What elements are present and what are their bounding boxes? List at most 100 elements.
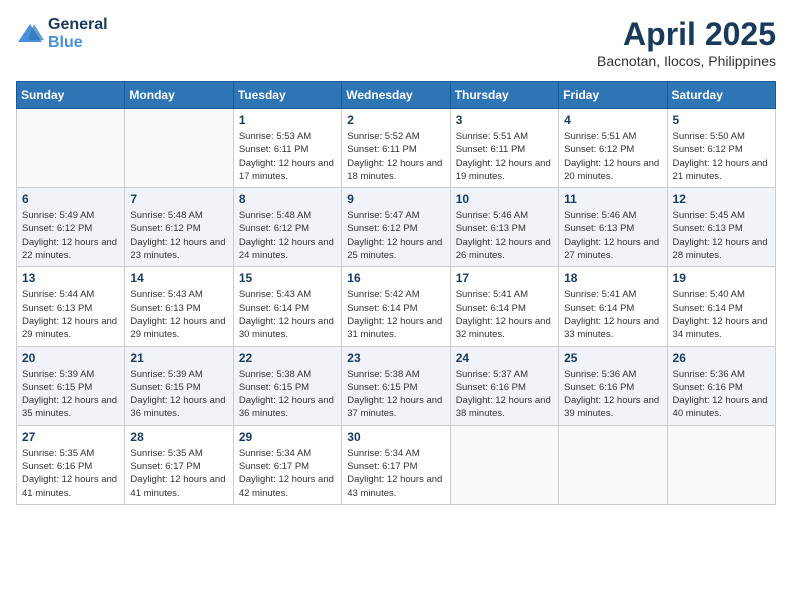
day-info: Sunrise: 5:51 AM Sunset: 6:12 PM Dayligh… [564,130,661,183]
day-info: Sunrise: 5:52 AM Sunset: 6:11 PM Dayligh… [347,130,444,183]
day-info: Sunrise: 5:53 AM Sunset: 6:11 PM Dayligh… [239,130,336,183]
day-number: 7 [130,192,227,206]
logo-icon [16,22,44,46]
day-number: 16 [347,271,444,285]
calendar-cell: 12 Sunrise: 5:45 AM Sunset: 6:13 PM Dayli… [667,188,775,267]
day-info: Sunrise: 5:34 AM Sunset: 6:17 PM Dayligh… [239,447,336,500]
day-info: Sunrise: 5:42 AM Sunset: 6:14 PM Dayligh… [347,288,444,341]
calendar-cell: 6 Sunrise: 5:49 AM Sunset: 6:12 PM Daylig… [17,188,125,267]
calendar-cell: 26Sunrise: 5:36 AM Sunset: 6:16 PM Dayli… [667,346,775,425]
calendar-cell: 13Sunrise: 5:44 AM Sunset: 6:13 PM Dayli… [17,267,125,346]
day-info: Sunrise: 5:36 AM Sunset: 6:16 PM Dayligh… [673,368,770,421]
calendar-cell: 18 Sunrise: 5:41 AM Sunset: 6:14 PM Dayli… [559,267,667,346]
calendar-week-row: 6 Sunrise: 5:49 AM Sunset: 6:12 PM Daylig… [17,188,776,267]
day-number: 24 [456,351,553,365]
calendar-cell: 24 Sunrise: 5:37 AM Sunset: 6:16 PM Dayli… [450,346,558,425]
day-number: 4 [564,113,661,127]
calendar-cell [17,109,125,188]
weekday-header: Thursday [450,82,558,109]
day-info: Sunrise: 5:51 AM Sunset: 6:11 PM Dayligh… [456,130,553,183]
day-number: 23 [347,351,444,365]
weekday-header: Friday [559,82,667,109]
day-number: 22 [239,351,336,365]
day-info: Sunrise: 5:38 AM Sunset: 6:15 PM Dayligh… [239,368,336,421]
calendar-cell: 14 Sunrise: 5:43 AM Sunset: 6:13 PM Dayli… [125,267,233,346]
day-info: Sunrise: 5:40 AM Sunset: 6:14 PM Dayligh… [673,288,770,341]
title-block: April 2025 Bacnotan, Ilocos, Philippines [597,16,776,69]
calendar-cell: 21Sunrise: 5:39 AM Sunset: 6:15 PM Dayli… [125,346,233,425]
calendar-cell: 4 Sunrise: 5:51 AM Sunset: 6:12 PM Daylig… [559,109,667,188]
day-info: Sunrise: 5:43 AM Sunset: 6:14 PM Dayligh… [239,288,336,341]
day-info: Sunrise: 5:43 AM Sunset: 6:13 PM Dayligh… [130,288,227,341]
day-info: Sunrise: 5:45 AM Sunset: 6:13 PM Dayligh… [673,209,770,262]
day-number: 25 [564,351,661,365]
calendar-cell: 3 Sunrise: 5:51 AM Sunset: 6:11 PM Daylig… [450,109,558,188]
day-info: Sunrise: 5:35 AM Sunset: 6:17 PM Dayligh… [130,447,227,500]
day-info: Sunrise: 5:37 AM Sunset: 6:16 PM Dayligh… [456,368,553,421]
weekday-header: Tuesday [233,82,341,109]
day-info: Sunrise: 5:46 AM Sunset: 6:13 PM Dayligh… [456,209,553,262]
day-number: 3 [456,113,553,127]
day-info: Sunrise: 5:48 AM Sunset: 6:12 PM Dayligh… [239,209,336,262]
day-number: 28 [130,430,227,444]
calendar-cell: 23 Sunrise: 5:38 AM Sunset: 6:15 PM Dayli… [342,346,450,425]
day-number: 10 [456,192,553,206]
day-info: Sunrise: 5:34 AM Sunset: 6:17 PM Dayligh… [347,447,444,500]
calendar-week-row: 1 Sunrise: 5:53 AM Sunset: 6:11 PM Daylig… [17,109,776,188]
calendar-title: April 2025 [597,16,776,53]
calendar-cell: 30 Sunrise: 5:34 AM Sunset: 6:17 PM Dayli… [342,425,450,504]
calendar-cell: 17 Sunrise: 5:41 AM Sunset: 6:14 PM Dayli… [450,267,558,346]
day-info: Sunrise: 5:41 AM Sunset: 6:14 PM Dayligh… [564,288,661,341]
calendar-cell: 11 Sunrise: 5:46 AM Sunset: 6:13 PM Dayli… [559,188,667,267]
day-number: 19 [673,271,770,285]
calendar-cell: 7Sunrise: 5:48 AM Sunset: 6:12 PM Daylig… [125,188,233,267]
calendar-cell: 16 Sunrise: 5:42 AM Sunset: 6:14 PM Dayli… [342,267,450,346]
calendar-cell: 15 Sunrise: 5:43 AM Sunset: 6:14 PM Dayli… [233,267,341,346]
calendar-cell: 8 Sunrise: 5:48 AM Sunset: 6:12 PM Daylig… [233,188,341,267]
calendar-cell [667,425,775,504]
calendar-table: SundayMondayTuesdayWednesdayThursdayFrid… [16,81,776,505]
day-number: 9 [347,192,444,206]
logo-text: General Blue [48,16,108,52]
calendar-cell: 1 Sunrise: 5:53 AM Sunset: 6:11 PM Daylig… [233,109,341,188]
weekday-header: Saturday [667,82,775,109]
calendar-cell: 28 Sunrise: 5:35 AM Sunset: 6:17 PM Dayli… [125,425,233,504]
day-number: 20 [22,351,119,365]
day-number: 2 [347,113,444,127]
day-number: 11 [564,192,661,206]
day-number: 17 [456,271,553,285]
day-info: Sunrise: 5:36 AM Sunset: 6:16 PM Dayligh… [564,368,661,421]
calendar-cell: 29 Sunrise: 5:34 AM Sunset: 6:17 PM Dayli… [233,425,341,504]
day-number: 8 [239,192,336,206]
day-info: Sunrise: 5:46 AM Sunset: 6:13 PM Dayligh… [564,209,661,262]
day-number: 30 [347,430,444,444]
day-info: Sunrise: 5:49 AM Sunset: 6:12 PM Dayligh… [22,209,119,262]
day-number: 6 [22,192,119,206]
calendar-cell: 22 Sunrise: 5:38 AM Sunset: 6:15 PM Dayli… [233,346,341,425]
day-number: 1 [239,113,336,127]
calendar-cell: 9Sunrise: 5:47 AM Sunset: 6:12 PM Daylig… [342,188,450,267]
weekday-header: Sunday [17,82,125,109]
day-info: Sunrise: 5:44 AM Sunset: 6:13 PM Dayligh… [22,288,119,341]
weekday-header: Wednesday [342,82,450,109]
calendar-cell [559,425,667,504]
day-info: Sunrise: 5:50 AM Sunset: 6:12 PM Dayligh… [673,130,770,183]
calendar-week-row: 20Sunrise: 5:39 AM Sunset: 6:15 PM Dayli… [17,346,776,425]
day-info: Sunrise: 5:38 AM Sunset: 6:15 PM Dayligh… [347,368,444,421]
day-number: 5 [673,113,770,127]
page-header: General Blue April 2025 Bacnotan, Ilocos… [16,16,776,69]
calendar-cell [450,425,558,504]
calendar-cell: 5 Sunrise: 5:50 AM Sunset: 6:12 PM Daylig… [667,109,775,188]
day-number: 29 [239,430,336,444]
calendar-subtitle: Bacnotan, Ilocos, Philippines [597,53,776,69]
calendar-cell [125,109,233,188]
day-number: 14 [130,271,227,285]
calendar-cell: 27Sunrise: 5:35 AM Sunset: 6:16 PM Dayli… [17,425,125,504]
day-number: 15 [239,271,336,285]
day-number: 12 [673,192,770,206]
day-number: 18 [564,271,661,285]
day-info: Sunrise: 5:41 AM Sunset: 6:14 PM Dayligh… [456,288,553,341]
calendar-cell: 20Sunrise: 5:39 AM Sunset: 6:15 PM Dayli… [17,346,125,425]
day-number: 27 [22,430,119,444]
calendar-cell: 19 Sunrise: 5:40 AM Sunset: 6:14 PM Dayli… [667,267,775,346]
